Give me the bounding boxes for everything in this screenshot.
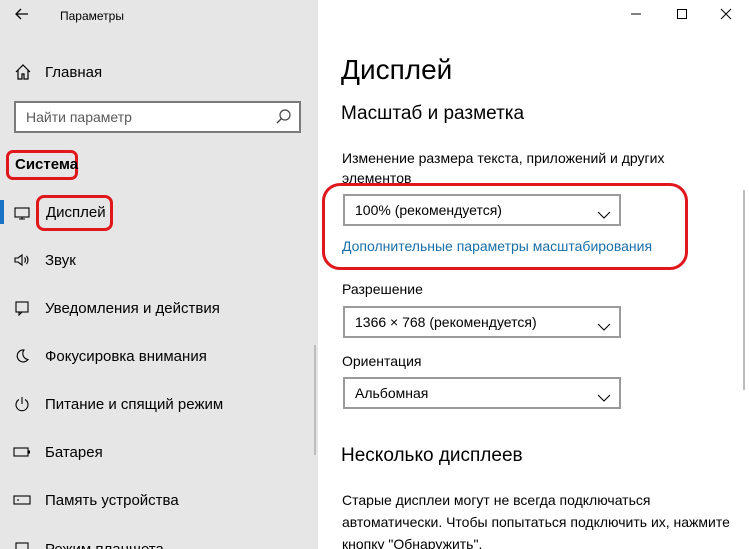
annotation-highlight <box>322 183 688 270</box>
resolution-label: Разрешение <box>342 281 423 297</box>
search-icon[interactable] <box>275 108 293 126</box>
sidebar-item-storage[interactable]: Память устройства <box>0 476 318 524</box>
sidebar-scrollbar[interactable] <box>314 345 316 455</box>
orientation-label: Ориентация <box>342 353 422 369</box>
arrow-left-icon <box>15 8 28 20</box>
minimize-button[interactable] <box>626 4 646 24</box>
moon-icon <box>12 346 32 366</box>
sidebar-item-label: Батарея <box>45 443 103 461</box>
main-content: Дисплей Масштаб и разметка Изменение раз… <box>318 0 749 549</box>
resolution-dropdown[interactable]: 1366 × 768 (рекомендуется) <box>343 306 621 338</box>
sidebar: Параметры Главная Система Дисплей Звук У… <box>0 0 318 549</box>
scale-label: Изменение размера текста, приложений и д… <box>342 150 665 186</box>
app-title: Параметры <box>60 9 124 23</box>
page-title: Дисплей <box>341 54 453 85</box>
resolution-value: 1366 × 768 (рекомендуется) <box>355 314 537 330</box>
sidebar-item-notifications[interactable]: Уведомления и действия <box>0 284 318 332</box>
notification-icon <box>12 298 32 318</box>
sidebar-item-label: Фокусировка внимания <box>45 347 207 365</box>
sidebar-item-tablet[interactable]: Режим планшета <box>0 525 318 549</box>
sidebar-item-label: Память устройства <box>45 491 179 509</box>
storage-icon <box>12 490 32 510</box>
chevron-down-icon <box>597 315 611 331</box>
close-button[interactable] <box>716 4 736 24</box>
search-input[interactable] <box>26 108 266 126</box>
monitor-icon <box>12 203 32 223</box>
sidebar-item-power[interactable]: Питание и спящий режим <box>0 380 318 428</box>
minimize-icon <box>631 13 641 15</box>
main-scrollbar[interactable] <box>743 190 745 390</box>
tablet-icon <box>12 539 32 549</box>
orientation-value: Альбомная <box>355 385 429 401</box>
search-box[interactable] <box>14 101 301 133</box>
sidebar-item-label: Звук <box>45 251 76 269</box>
nav-home[interactable]: Главная <box>14 60 304 84</box>
close-icon <box>720 8 732 20</box>
sidebar-item-display-label: Дисплей <box>36 195 113 231</box>
sidebar-item-battery[interactable]: Батарея <box>0 428 318 476</box>
multi-display-text: Старые дисплеи могут не всегда подключат… <box>342 492 730 549</box>
sidebar-item-label: Режим планшета <box>45 540 164 549</box>
maximize-icon <box>677 9 687 19</box>
nav-home-label: Главная <box>45 63 103 81</box>
sidebar-item-label: Питание и спящий режим <box>45 395 224 413</box>
battery-icon <box>12 442 32 462</box>
sidebar-item-focus[interactable]: Фокусировка внимания <box>0 332 318 380</box>
power-icon <box>12 394 32 414</box>
speaker-icon <box>12 250 32 270</box>
multi-display-section-title: Несколько дисплеев <box>341 445 523 466</box>
orientation-dropdown[interactable]: Альбомная <box>343 377 621 409</box>
home-icon <box>14 63 32 81</box>
sidebar-item-sound[interactable]: Звук <box>0 236 318 284</box>
sidebar-item-label: Уведомления и действия <box>45 299 220 317</box>
section-title: Система <box>6 150 78 180</box>
scale-section-title: Масштаб и разметка <box>341 103 525 124</box>
maximize-button[interactable] <box>672 4 692 24</box>
chevron-down-icon <box>597 386 611 402</box>
back-button[interactable] <box>12 6 32 26</box>
